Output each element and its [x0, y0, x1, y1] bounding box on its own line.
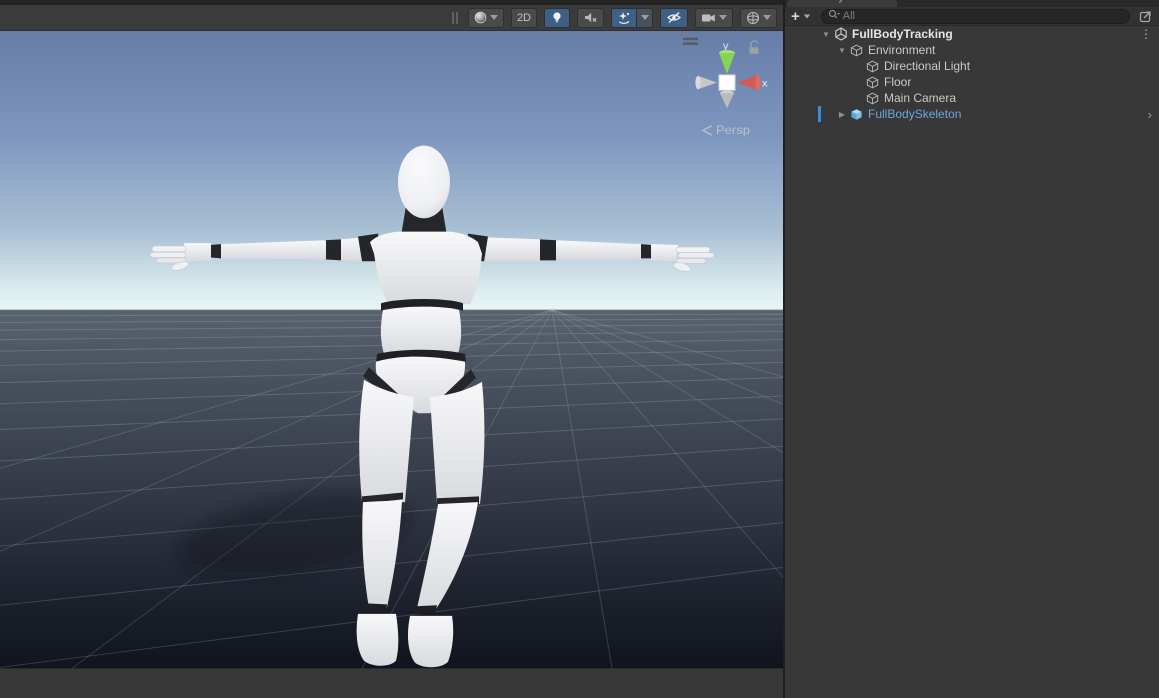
audio-mute-icon: [583, 11, 598, 24]
lighting-toggle-button[interactable]: [544, 8, 570, 28]
2d-toggle-button[interactable]: 2D: [511, 8, 537, 28]
gizmo-sphere-icon: [746, 11, 760, 25]
chevron-down-icon: [490, 15, 498, 20]
row-context-menu-icon[interactable]: ⋮: [1140, 27, 1152, 41]
unity-scene-icon: [834, 27, 848, 41]
effects-icon: [617, 11, 631, 25]
shaded-sphere-icon: [474, 11, 487, 24]
hierarchy-row-fullbodyskeleton[interactable]: ▶ FullBodySkeleton ›: [785, 106, 1159, 122]
hierarchy-item-label: Main Camera: [884, 91, 956, 105]
hierarchy-tree: ▼FullBodyTracking⋮▼EnvironmentDirectiona…: [785, 26, 1159, 122]
search-placeholder: All: [843, 10, 855, 22]
open-prefab-chevron-icon[interactable]: ›: [1148, 107, 1152, 122]
expander-expanded-icon[interactable]: ▼: [835, 46, 849, 55]
chevron-down-icon: [804, 14, 810, 18]
gameobject-cube-icon: [866, 60, 879, 73]
effects-toggle-button[interactable]: [611, 8, 637, 28]
prefab-cube-icon: [850, 108, 863, 121]
eye-hidden-icon: [666, 11, 682, 24]
plus-icon: +: [791, 9, 800, 24]
toolbar-drag-handle[interactable]: [452, 12, 459, 24]
hierarchy-tab-bar: Hierarchy: [785, 0, 1159, 7]
2d-toggle-label: 2D: [517, 12, 531, 24]
hierarchy-item-label: Environment: [868, 43, 935, 57]
scene-viewport-canvas[interactable]: y x Persp: [0, 31, 783, 698]
hierarchy-item-label: Directional Light: [884, 59, 970, 73]
effects-toggle-group: [611, 8, 653, 28]
hierarchy-tab-label: Hierarchy: [787, 0, 897, 3]
hierarchy-search-input[interactable]: All: [821, 9, 1130, 24]
gameobject-cube-icon: [850, 44, 863, 57]
hierarchy-panel: Hierarchy + All: [783, 0, 1159, 698]
search-icon: [828, 7, 840, 25]
create-object-button[interactable]: +: [791, 9, 811, 24]
hierarchy-row-fullbodytracking[interactable]: ▼ FullBodyTracking ⋮: [785, 26, 1159, 42]
effects-dropdown-button[interactable]: [637, 8, 653, 28]
visibility-toggle-button[interactable]: [660, 8, 688, 28]
scene-view-toolbar: 2D: [0, 5, 783, 31]
gizmo-center-cube[interactable]: [719, 75, 735, 90]
axis-x-label: x: [762, 78, 768, 90]
prefab-indicator-bar: [818, 106, 821, 122]
expander-expanded-icon[interactable]: ▼: [819, 30, 833, 39]
hierarchy-item-label: Floor: [884, 75, 911, 89]
chevron-down-icon: [641, 15, 649, 20]
lightbulb-icon: [551, 11, 563, 24]
gameobject-cube-icon: [866, 92, 879, 105]
hierarchy-item-label: FullBodyTracking: [852, 27, 953, 41]
hierarchy-tab[interactable]: Hierarchy: [787, 0, 897, 7]
hierarchy-row-floor[interactable]: Floor: [785, 74, 1159, 90]
projection-label: Persp: [716, 122, 750, 137]
open-in-new-window-icon[interactable]: [1138, 9, 1153, 24]
shading-mode-button[interactable]: [468, 8, 504, 28]
chevron-down-icon: [763, 15, 771, 20]
scene-view-pane: 2D: [0, 0, 783, 698]
camera-menu-button[interactable]: [695, 8, 733, 28]
hierarchy-row-environment[interactable]: ▼ Environment: [785, 42, 1159, 58]
unity-editor-window: 2D: [0, 0, 1159, 698]
expander-collapsed-icon[interactable]: ▶: [835, 110, 849, 119]
hierarchy-row-main-camera[interactable]: Main Camera: [785, 90, 1159, 106]
hierarchy-toolbar: + All: [785, 7, 1159, 26]
audio-toggle-button[interactable]: [577, 8, 604, 28]
hierarchy-row-directional-light[interactable]: Directional Light: [785, 58, 1159, 74]
hierarchy-item-label: FullBodySkeleton: [868, 107, 961, 121]
gameobject-cube-icon: [866, 76, 879, 89]
chevron-down-icon: [719, 15, 727, 20]
camera-icon: [701, 12, 716, 24]
gizmos-menu-button[interactable]: [740, 8, 777, 28]
